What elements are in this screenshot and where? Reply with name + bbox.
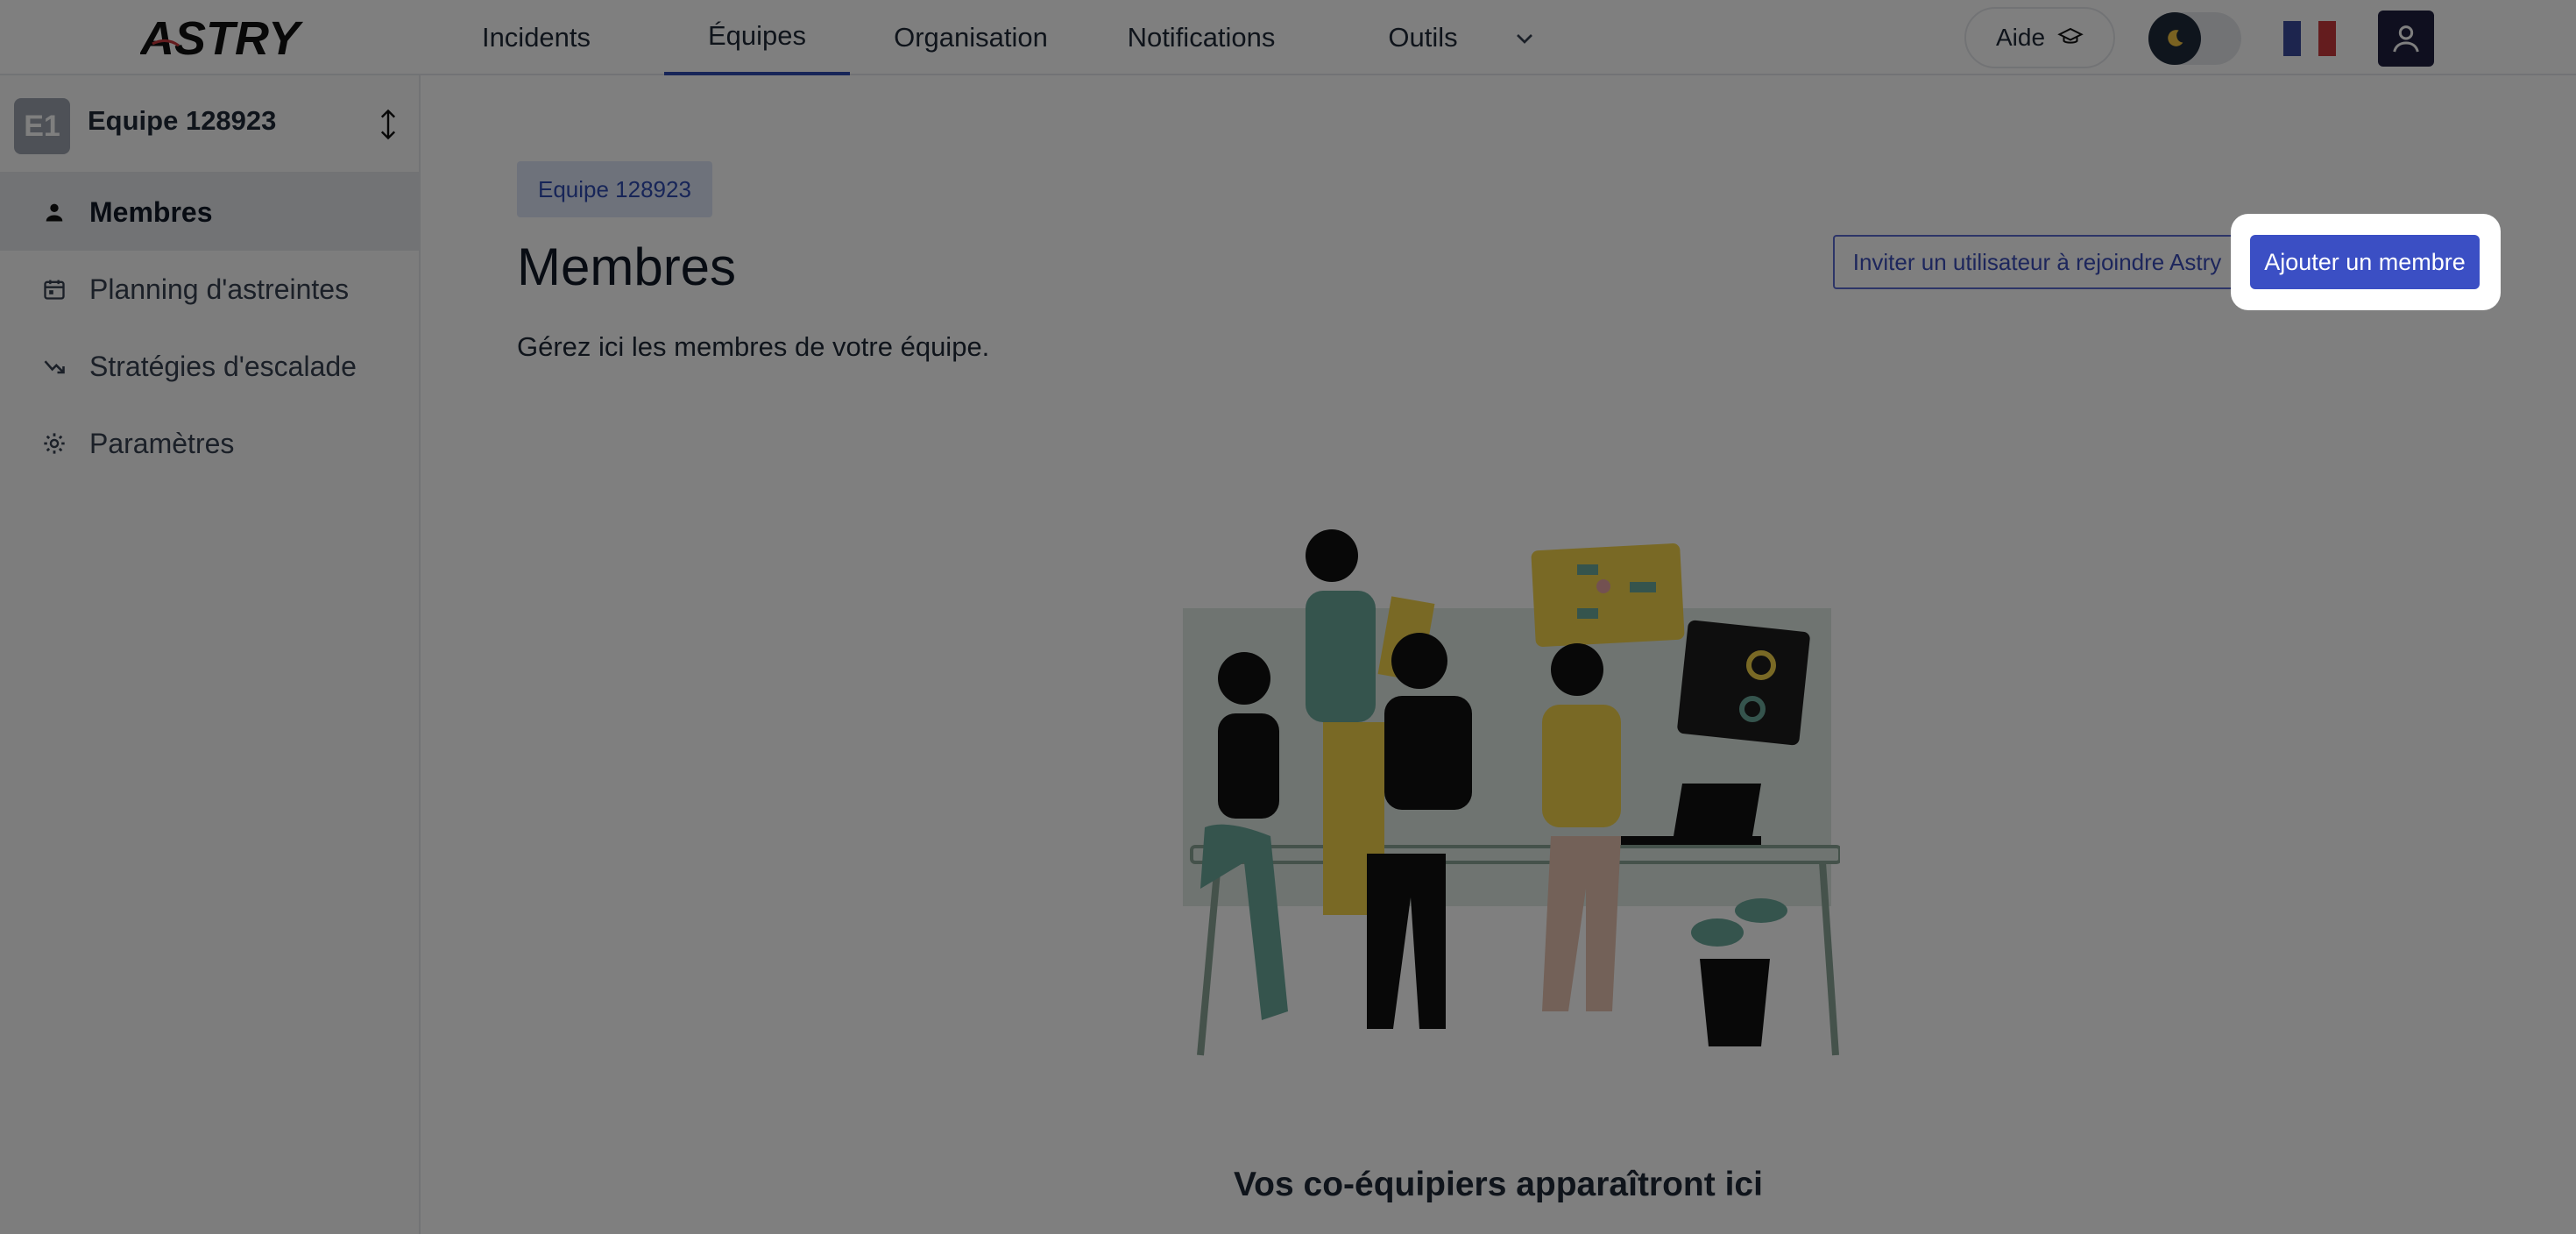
theme-toggle[interactable]: [2148, 12, 2241, 65]
team-chip: Equipe 128923: [517, 161, 712, 217]
nav-notifications[interactable]: Notifications: [1113, 0, 1290, 75]
team-name: Equipe 128923: [88, 105, 277, 136]
sidebar-item-parametres[interactable]: Paramètres: [0, 405, 419, 482]
trending-icon: [44, 360, 65, 374]
help-label: Aide: [1995, 24, 2046, 51]
sidebar-item-escalade[interactable]: Stratégies d'escalade: [0, 328, 419, 405]
sidebar-item-label: Stratégies d'escalade: [89, 350, 357, 382]
team-meeting-illustration: [1183, 529, 1840, 1056]
nav-incidents[interactable]: Incidents: [464, 0, 608, 75]
sidebar-item-planning[interactable]: Planning d'astreintes: [0, 251, 419, 328]
nav-organisation[interactable]: Organisation: [883, 0, 1058, 75]
nav-outils[interactable]: Outils: [1370, 0, 1476, 75]
nav-equipes[interactable]: Équipes: [664, 0, 850, 75]
empty-state-title: Vos co-équipiers apparaîtront ici: [1234, 1166, 1763, 1203]
user-account-button[interactable]: [2378, 11, 2434, 67]
sidebar: E1 Equipe 128923 Membres Planning d'astr…: [0, 75, 421, 1234]
page-subtitle: Gérez ici les membres de votre équipe.: [517, 331, 990, 362]
sidebar-item-label: Planning d'astreintes: [89, 273, 350, 305]
chevron-down-icon[interactable]: [1511, 25, 1539, 53]
sidebar-item-membres[interactable]: Membres: [0, 174, 419, 251]
moon-icon: [2148, 12, 2201, 65]
add-member-button[interactable]: Ajouter un membre: [2250, 235, 2480, 289]
svg-text:ASTRY: ASTRY: [140, 12, 304, 65]
team-badge: E1: [14, 98, 70, 154]
sidebar-item-label: Paramètres: [89, 427, 235, 459]
top-navbar: ASTRY Incidents Équipes Organisation Not…: [0, 0, 2576, 75]
sidebar-item-label: Membres: [89, 195, 213, 228]
team-switcher[interactable]: E1 Equipe 128923: [0, 75, 419, 174]
invite-user-button[interactable]: Inviter un utilisateur à rejoindre Astry: [1833, 235, 2241, 289]
person-icon: [46, 203, 63, 222]
up-down-arrows-icon: [380, 109, 396, 140]
page-title: Membres: [517, 238, 737, 296]
gear-icon: [44, 433, 65, 454]
user-icon: [2393, 25, 2419, 53]
graduation-cap-icon: [2057, 27, 2084, 44]
help-button[interactable]: Aide: [1964, 7, 2115, 68]
astry-logo[interactable]: ASTRY: [140, 11, 324, 65]
calendar-icon: [44, 280, 65, 300]
flag-fr-icon[interactable]: [2283, 21, 2336, 56]
